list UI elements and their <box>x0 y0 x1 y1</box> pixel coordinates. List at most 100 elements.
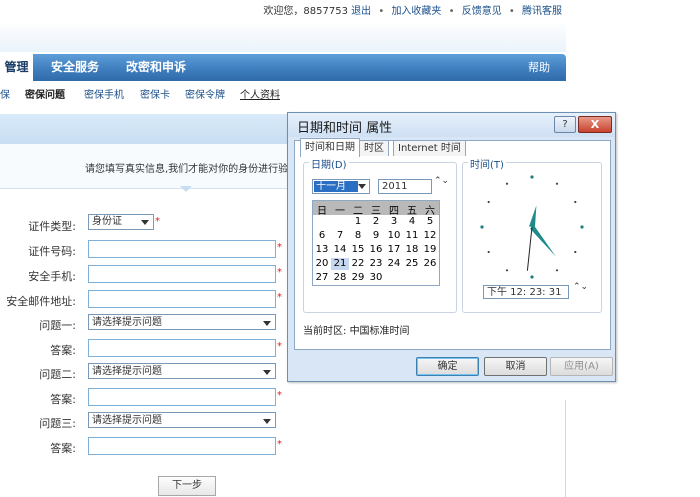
calendar-day[interactable]: 28 <box>331 272 349 284</box>
calendar-day[interactable]: 16 <box>367 244 385 256</box>
dialog-tab-panel: 时间和日期 时区 Internet 时间 日期(D) 十一月 2011 ⌃⌄ 日… <box>294 138 611 350</box>
analog-clock <box>480 175 584 279</box>
year-spin-arrows-icon[interactable]: ⌃⌄ <box>434 177 449 186</box>
question3-select[interactable]: 请选择提示问题 <box>88 412 276 428</box>
cancel-button[interactable]: 取消 <box>484 357 547 376</box>
subtab-security-card[interactable]: 密保卡 <box>140 86 170 101</box>
nav-tab-security-service[interactable]: 安全服务 <box>51 54 99 81</box>
date-time-dialog: 日期和时间 属性 ? X 时间和日期 时区 Internet 时间 日期(D) … <box>287 112 616 382</box>
date-group: 日期(D) 十一月 2011 ⌃⌄ 日一二三四五六 1 2 3 4 5 6 7 8 9 10 11 12… <box>303 156 457 313</box>
logout-link[interactable]: 退出 <box>351 6 371 17</box>
question1-select[interactable]: 请选择提示问题 <box>88 314 276 330</box>
calendar-day[interactable]: 8 <box>349 230 367 242</box>
subtab-security-question[interactable]: 密保问题 <box>25 86 65 101</box>
calendar-day[interactable]: 29 <box>349 272 367 284</box>
calendar-day[interactable]: 4 <box>403 216 421 228</box>
clock-hour-hand <box>529 205 537 228</box>
question2-value: 请选择提示问题 <box>92 366 162 377</box>
answer1-input[interactable] <box>88 339 276 357</box>
calendar-day[interactable]: 1 <box>349 216 367 228</box>
mobile-input[interactable] <box>88 265 276 283</box>
calendar-day[interactable]: 17 <box>385 244 403 256</box>
apply-button: 应用(A) <box>550 357 613 376</box>
subtab-security-token[interactable]: 密保令牌 <box>185 86 225 101</box>
calendar-day[interactable]: 2 <box>367 216 385 228</box>
nav-tab-manage[interactable]: 管理 <box>0 54 33 81</box>
question3-label: 问题三: <box>39 417 76 430</box>
calendar-day[interactable]: 5 <box>421 216 439 228</box>
tab-internet-time[interactable]: Internet 时间 <box>393 140 466 156</box>
calendar-day[interactable]: 30 <box>367 272 385 284</box>
calendar-day[interactable]: 24 <box>385 258 403 270</box>
close-icon[interactable]: X <box>578 116 612 133</box>
ok-button[interactable]: 确定 <box>416 357 479 376</box>
id-type-select[interactable]: 身份证 <box>88 214 154 230</box>
calendar-day[interactable]: 12 <box>421 230 439 242</box>
greeting-text: 欢迎您，8857753 <box>263 6 348 17</box>
time-spinner[interactable]: 下午 12: 23: 31 <box>483 285 569 299</box>
nav-help-link[interactable]: 帮助 <box>528 54 550 81</box>
month-select[interactable]: 十一月 <box>312 179 370 194</box>
feedback-link[interactable]: 反馈意见 <box>462 6 502 17</box>
weekday-label: 四 <box>389 206 399 217</box>
subtab-personal-info[interactable]: 个人资料 <box>240 86 280 101</box>
customer-service-link[interactable]: 腾讯客服 <box>522 6 562 17</box>
calendar-day[interactable]: 14 <box>331 244 349 256</box>
calendar-day[interactable]: 11 <box>403 230 421 242</box>
question2-select[interactable]: 请选择提示问题 <box>88 363 276 379</box>
calendar-day[interactable]: 18 <box>403 244 421 256</box>
answer2-input[interactable] <box>88 388 276 406</box>
separator: • <box>508 6 515 17</box>
calendar-day[interactable]: 25 <box>403 258 421 270</box>
date-group-title: 日期(D) <box>309 156 349 171</box>
calendar-day-selected[interactable]: 21 <box>331 258 349 270</box>
id-number-input[interactable] <box>88 240 276 258</box>
dialog-title-bar[interactable]: 日期和时间 属性 ? X <box>288 113 615 137</box>
next-step-button[interactable]: 下一步 <box>158 476 216 496</box>
id-type-value: 身份证 <box>92 216 122 227</box>
time-value: 下午 12: 23: 31 <box>487 287 562 298</box>
email-input[interactable] <box>88 290 276 308</box>
current-timezone: 当前时区: 中国标准时间 <box>303 322 410 337</box>
calendar-day[interactable]: 19 <box>421 244 439 256</box>
calendar-day[interactable]: 10 <box>385 230 403 242</box>
clock-tick <box>487 200 490 204</box>
required-mark: * <box>277 292 282 303</box>
separator: • <box>448 6 455 17</box>
weekday-label: 一 <box>335 206 345 217</box>
time-spin-arrows-icon[interactable]: ⌃⌄ <box>573 283 588 292</box>
question2-label: 问题二: <box>39 368 76 381</box>
required-mark: * <box>277 242 282 253</box>
calendar-day[interactable]: 9 <box>367 230 385 242</box>
year-spinner[interactable]: 2011 <box>378 179 432 194</box>
calendar-day[interactable]: 15 <box>349 244 367 256</box>
calendar-day[interactable]: 20 <box>313 258 331 270</box>
answer2-label: 答案: <box>50 393 76 406</box>
timezone-label: 当前时区: <box>303 326 347 337</box>
calendar-day[interactable]: 27 <box>313 272 331 284</box>
subtab-security-mobile[interactable]: 密保手机 <box>84 86 124 101</box>
separator: • <box>378 6 385 17</box>
chevron-down-icon <box>141 220 149 225</box>
calendar-day[interactable]: 23 <box>367 258 385 270</box>
add-favorite-link[interactable]: 加入收藏夹 <box>391 6 441 17</box>
tab-timezone[interactable]: 时区 <box>359 140 389 156</box>
answer3-input[interactable] <box>88 437 276 455</box>
required-mark: * <box>277 439 282 450</box>
calendar-day[interactable]: 26 <box>421 258 439 270</box>
help-icon[interactable]: ? <box>554 116 576 133</box>
band-pointer <box>180 186 192 192</box>
nav-tab-password-appeal[interactable]: 改密和申诉 <box>126 54 186 81</box>
chevron-down-icon <box>263 321 271 326</box>
user-links: 欢迎您，8857753 退出 • 加入收藏夹 • 反馈意见 • 腾讯客服 <box>263 2 562 17</box>
calendar-day[interactable]: 7 <box>331 230 349 242</box>
subtab-partial[interactable]: 保 <box>0 86 10 101</box>
chevron-down-icon <box>358 184 366 189</box>
month-value: 十一月 <box>314 181 358 192</box>
calendar-day[interactable]: 13 <box>313 244 331 256</box>
calendar-day[interactable]: 3 <box>385 216 403 228</box>
tab-date-time[interactable]: 时间和日期 <box>300 138 360 157</box>
calendar-day[interactable]: 6 <box>313 230 331 242</box>
answer3-label: 答案: <box>50 442 76 455</box>
calendar-day[interactable]: 22 <box>349 258 367 270</box>
